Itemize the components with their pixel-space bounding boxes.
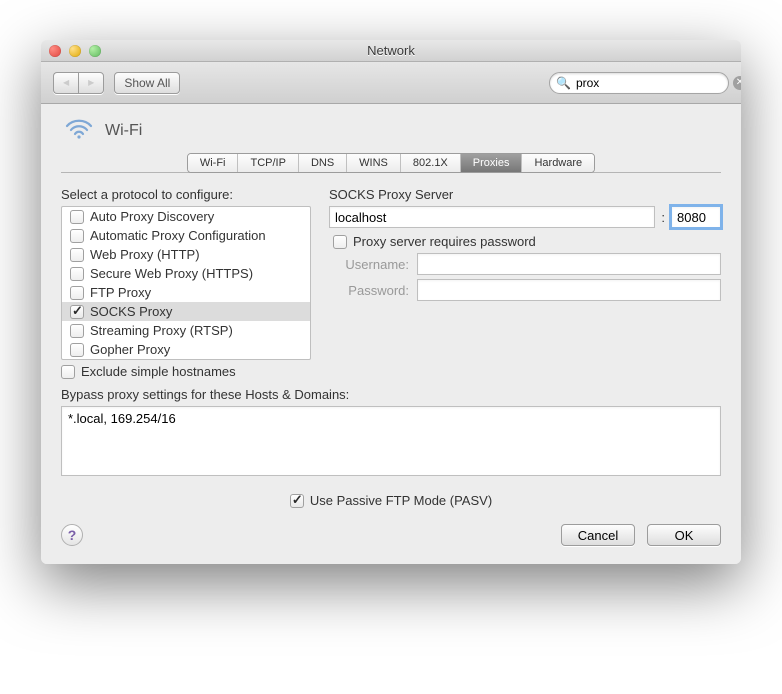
protocol-label: Streaming Proxy (RTSP) <box>90 323 233 338</box>
exclude-hostnames-label: Exclude simple hostnames <box>81 364 236 379</box>
wifi-icon <box>65 118 93 143</box>
protocol-item[interactable]: SOCKS Proxy <box>62 302 310 321</box>
protocol-label: Auto Proxy Discovery <box>90 209 214 224</box>
username-input[interactable] <box>417 253 721 275</box>
tab-bar: Wi-FiTCP/IPDNSWINS802.1XProxiesHardware <box>61 153 721 173</box>
protocol-item[interactable]: Web Proxy (HTTP) <box>62 245 310 264</box>
bypass-textarea[interactable] <box>61 406 721 476</box>
tab-wins[interactable]: WINS <box>347 154 401 172</box>
search-icon: 🔍 <box>556 76 571 90</box>
tab-hardware[interactable]: Hardware <box>522 154 594 172</box>
checkbox-icon <box>333 235 347 249</box>
protocol-item[interactable]: FTP Proxy <box>62 283 310 302</box>
password-input[interactable] <box>417 279 721 301</box>
host-port-separator: : <box>661 210 665 225</box>
protocol-item[interactable]: Gopher Proxy <box>62 340 310 359</box>
search-field[interactable]: 🔍 ✕ <box>549 72 729 94</box>
protocol-label: FTP Proxy <box>90 285 151 300</box>
toolbar: ◀ ▶ Show All 🔍 ✕ <box>41 62 741 104</box>
proxy-port-input[interactable] <box>671 206 721 228</box>
tab-proxies[interactable]: Proxies <box>461 154 523 172</box>
title-bar: Network <box>41 40 741 62</box>
close-window-icon[interactable] <box>49 45 61 57</box>
protocol-label: Web Proxy (HTTP) <box>90 247 200 262</box>
password-label: Password: <box>329 283 409 298</box>
protocol-label: Gopher Proxy <box>90 342 170 357</box>
cancel-button[interactable]: Cancel <box>561 524 635 546</box>
checkbox-icon <box>70 248 84 262</box>
passive-ftp-checkbox[interactable]: Use Passive FTP Mode (PASV) <box>61 493 721 508</box>
tab-802-1x[interactable]: 802.1X <box>401 154 461 172</box>
tab-wi-fi[interactable]: Wi-Fi <box>188 154 239 172</box>
ok-button[interactable]: OK <box>647 524 721 546</box>
search-input[interactable] <box>574 75 733 91</box>
protocol-item[interactable]: Streaming Proxy (RTSP) <box>62 321 310 340</box>
window-title: Network <box>41 43 741 58</box>
zoom-window-icon[interactable] <box>89 45 101 57</box>
forward-button[interactable]: ▶ <box>78 72 104 94</box>
protocol-item[interactable]: Secure Web Proxy (HTTPS) <box>62 264 310 283</box>
checkbox-icon <box>61 365 75 379</box>
tab-dns[interactable]: DNS <box>299 154 347 172</box>
chevron-left-icon: ◀ <box>63 78 69 87</box>
checkbox-icon <box>70 324 84 338</box>
checkbox-icon <box>290 494 304 508</box>
username-label: Username: <box>329 257 409 272</box>
proxy-host-input[interactable] <box>329 206 655 228</box>
preferences-window: Network ◀ ▶ Show All 🔍 ✕ Wi-Fi <box>41 40 741 564</box>
protocol-label: SOCKS Proxy <box>90 304 172 319</box>
show-all-button[interactable]: Show All <box>114 72 180 94</box>
protocols-list[interactable]: Auto Proxy Discovery Automatic Proxy Conf… <box>61 206 311 360</box>
protocol-label: Automatic Proxy Configuration <box>90 228 266 243</box>
requires-password-checkbox[interactable]: Proxy server requires password <box>329 234 721 249</box>
bypass-label: Bypass proxy settings for these Hosts & … <box>61 387 721 402</box>
checkbox-icon <box>70 305 84 319</box>
connection-name: Wi-Fi <box>105 122 142 140</box>
protocol-item[interactable]: Auto Proxy Discovery <box>62 207 310 226</box>
proxy-server-label: SOCKS Proxy Server <box>329 187 721 202</box>
minimize-window-icon[interactable] <box>69 45 81 57</box>
back-button[interactable]: ◀ <box>53 72 78 94</box>
checkbox-icon <box>70 286 84 300</box>
protocol-item[interactable]: Automatic Proxy Configuration <box>62 226 310 245</box>
chevron-right-icon: ▶ <box>88 78 94 87</box>
passive-ftp-label: Use Passive FTP Mode (PASV) <box>310 493 492 508</box>
help-button[interactable]: ? <box>61 524 83 546</box>
protocol-label: Secure Web Proxy (HTTPS) <box>90 266 253 281</box>
requires-password-label: Proxy server requires password <box>353 234 536 249</box>
checkbox-icon <box>70 229 84 243</box>
exclude-hostnames-checkbox[interactable]: Exclude simple hostnames <box>61 364 311 379</box>
clear-search-icon[interactable]: ✕ <box>733 76 741 90</box>
checkbox-icon <box>70 343 84 357</box>
tab-tcp-ip[interactable]: TCP/IP <box>238 154 298 172</box>
protocols-label: Select a protocol to configure: <box>61 187 311 202</box>
checkbox-icon <box>70 267 84 281</box>
checkbox-icon <box>70 210 84 224</box>
